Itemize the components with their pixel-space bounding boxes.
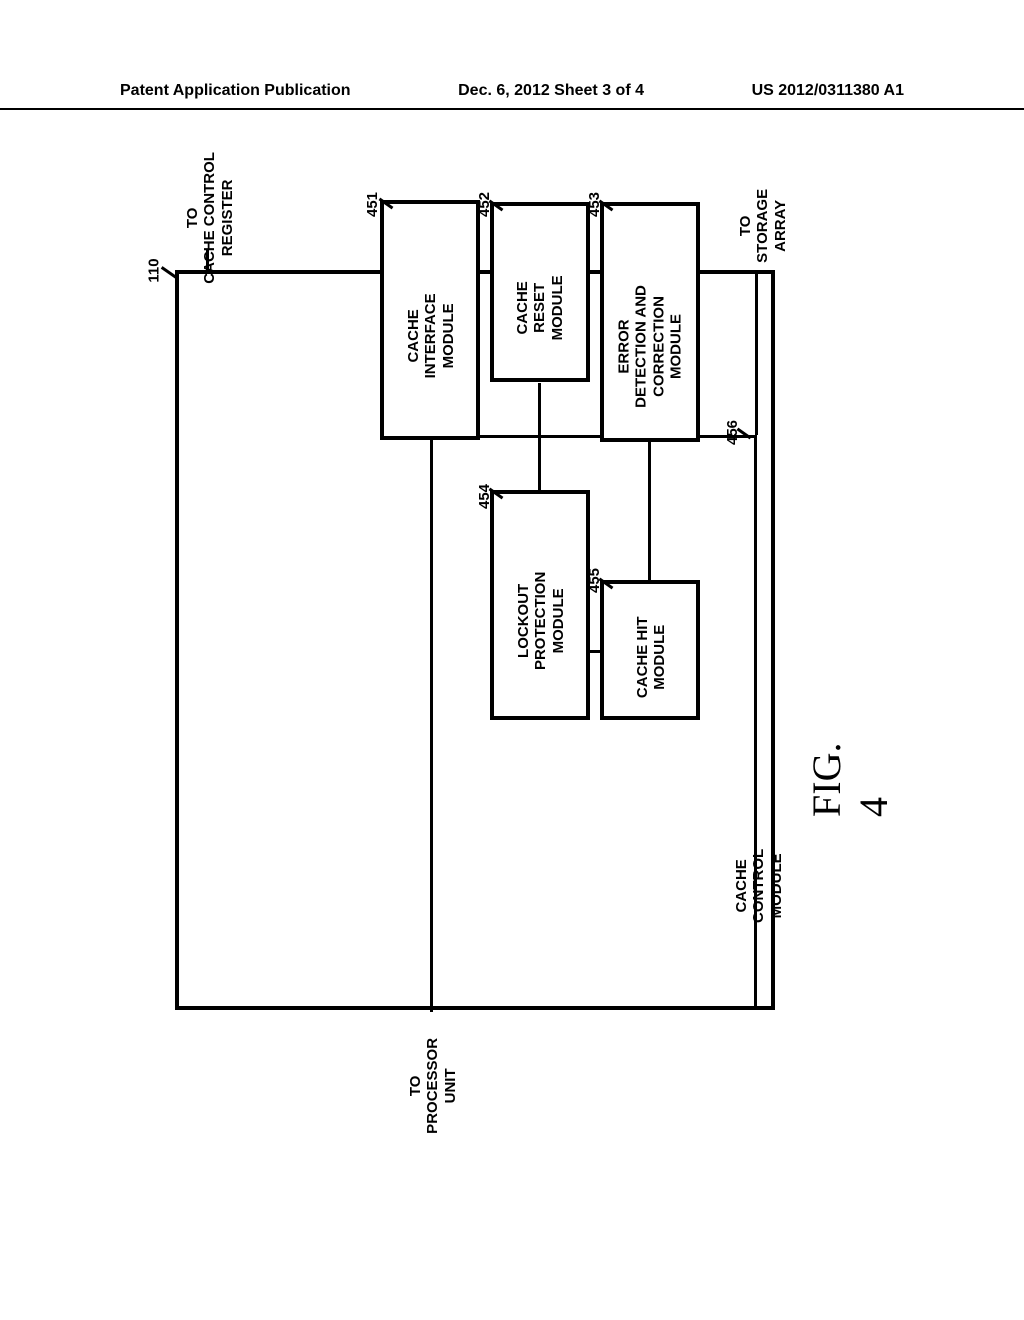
ref-label-110: 110 bbox=[146, 258, 163, 282]
connector-line bbox=[206, 250, 209, 272]
connector-line bbox=[538, 383, 541, 437]
lockout-protection-module-label: LOCKOUTPROTECTIONMODULE bbox=[515, 556, 567, 686]
external-label-processor-unit: TOPROCESSORUNIT bbox=[407, 1021, 459, 1151]
ref-label-451: 451 bbox=[364, 192, 381, 217]
header-left: Patent Application Publication bbox=[120, 82, 351, 100]
page-header: Patent Application Publication Dec. 6, 2… bbox=[0, 82, 1024, 110]
connector-line bbox=[648, 436, 651, 582]
connector-line bbox=[538, 436, 541, 492]
figure-area: TOCACHE CONTROLREGISTER TOPROCESSORUNIT … bbox=[120, 140, 900, 1290]
figure-label: FIG. 4 bbox=[803, 717, 897, 817]
cache-interface-module-label: CACHEINTERFACEMODULE bbox=[405, 273, 457, 399]
ref-label-453: 453 bbox=[586, 192, 603, 217]
cache-hit-module-label: CACHE HITMODULE bbox=[634, 604, 669, 710]
header-right: US 2012/0311380 A1 bbox=[752, 82, 904, 100]
cache-control-module-title: CACHE CONTROLMODULE bbox=[733, 821, 785, 951]
cache-reset-module-label: CACHERESETMODULE bbox=[514, 255, 566, 361]
error-detection-correction-module-label: ERRORDETECTION ANDCORRECTIONMODULE bbox=[616, 267, 685, 427]
ref-label-452: 452 bbox=[476, 192, 493, 217]
ref-label-456: 456 bbox=[724, 420, 741, 445]
header-center: Dec. 6, 2012 Sheet 3 of 4 bbox=[458, 82, 644, 100]
bus-line bbox=[754, 435, 757, 1010]
